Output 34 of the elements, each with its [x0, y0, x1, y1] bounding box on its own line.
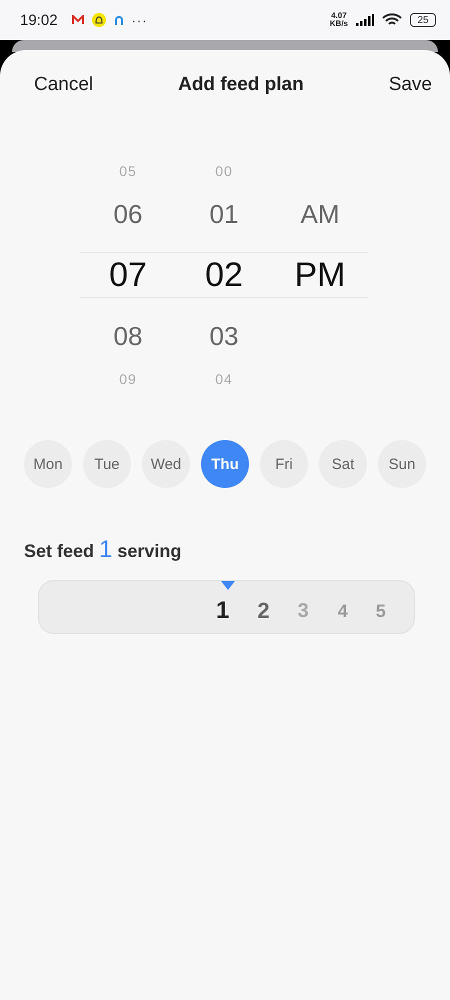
day-toggle[interactable]: Sun — [378, 440, 426, 488]
sheet-title: Add feed plan — [178, 74, 304, 96]
picker-option[interactable]: PM — [294, 256, 346, 294]
serving-ruler[interactable]: 1 2 3 4 5 — [38, 580, 415, 634]
save-button[interactable]: Save — [388, 74, 432, 96]
ruler-value: 4 — [338, 600, 348, 622]
picker-option[interactable]: 01 — [210, 198, 238, 230]
arch-icon — [114, 15, 124, 25]
picker-option[interactable]: 02 — [205, 256, 243, 294]
cancel-button[interactable]: Cancel — [34, 74, 94, 96]
ruler-value: 2 — [257, 598, 270, 624]
ruler-value: 5 — [376, 600, 386, 622]
ruler-value: 1 — [216, 597, 230, 625]
ruler-value: 3 — [298, 600, 310, 622]
picker-option[interactable]: 07 — [109, 256, 147, 294]
pointer-icon — [221, 581, 235, 590]
wifi-icon — [382, 13, 402, 27]
day-toggle[interactable]: Sat — [319, 440, 367, 488]
day-toggle[interactable]: Tue — [83, 440, 131, 488]
picker-option[interactable]: 06 — [114, 198, 142, 230]
serving-label: Set feed 1 serving — [24, 536, 182, 564]
picker-option[interactable]: 03 — [210, 320, 238, 352]
mail-icon — [72, 15, 84, 25]
net-speed: 4.07 KB/s — [330, 12, 348, 28]
day-toggle[interactable]: Mon — [24, 440, 72, 488]
picker-option[interactable]: 08 — [114, 320, 142, 352]
more-notifications: ··· — [132, 12, 148, 28]
clock: 19:02 — [20, 12, 58, 28]
picker-option[interactable]: AM — [300, 198, 340, 230]
day-toggle[interactable]: Wed — [142, 440, 190, 488]
day-toggle[interactable]: Fri — [260, 440, 308, 488]
signal-icon — [356, 14, 374, 26]
battery-indicator: 25 — [410, 13, 436, 27]
day-toggle[interactable]: Thu — [201, 440, 249, 488]
